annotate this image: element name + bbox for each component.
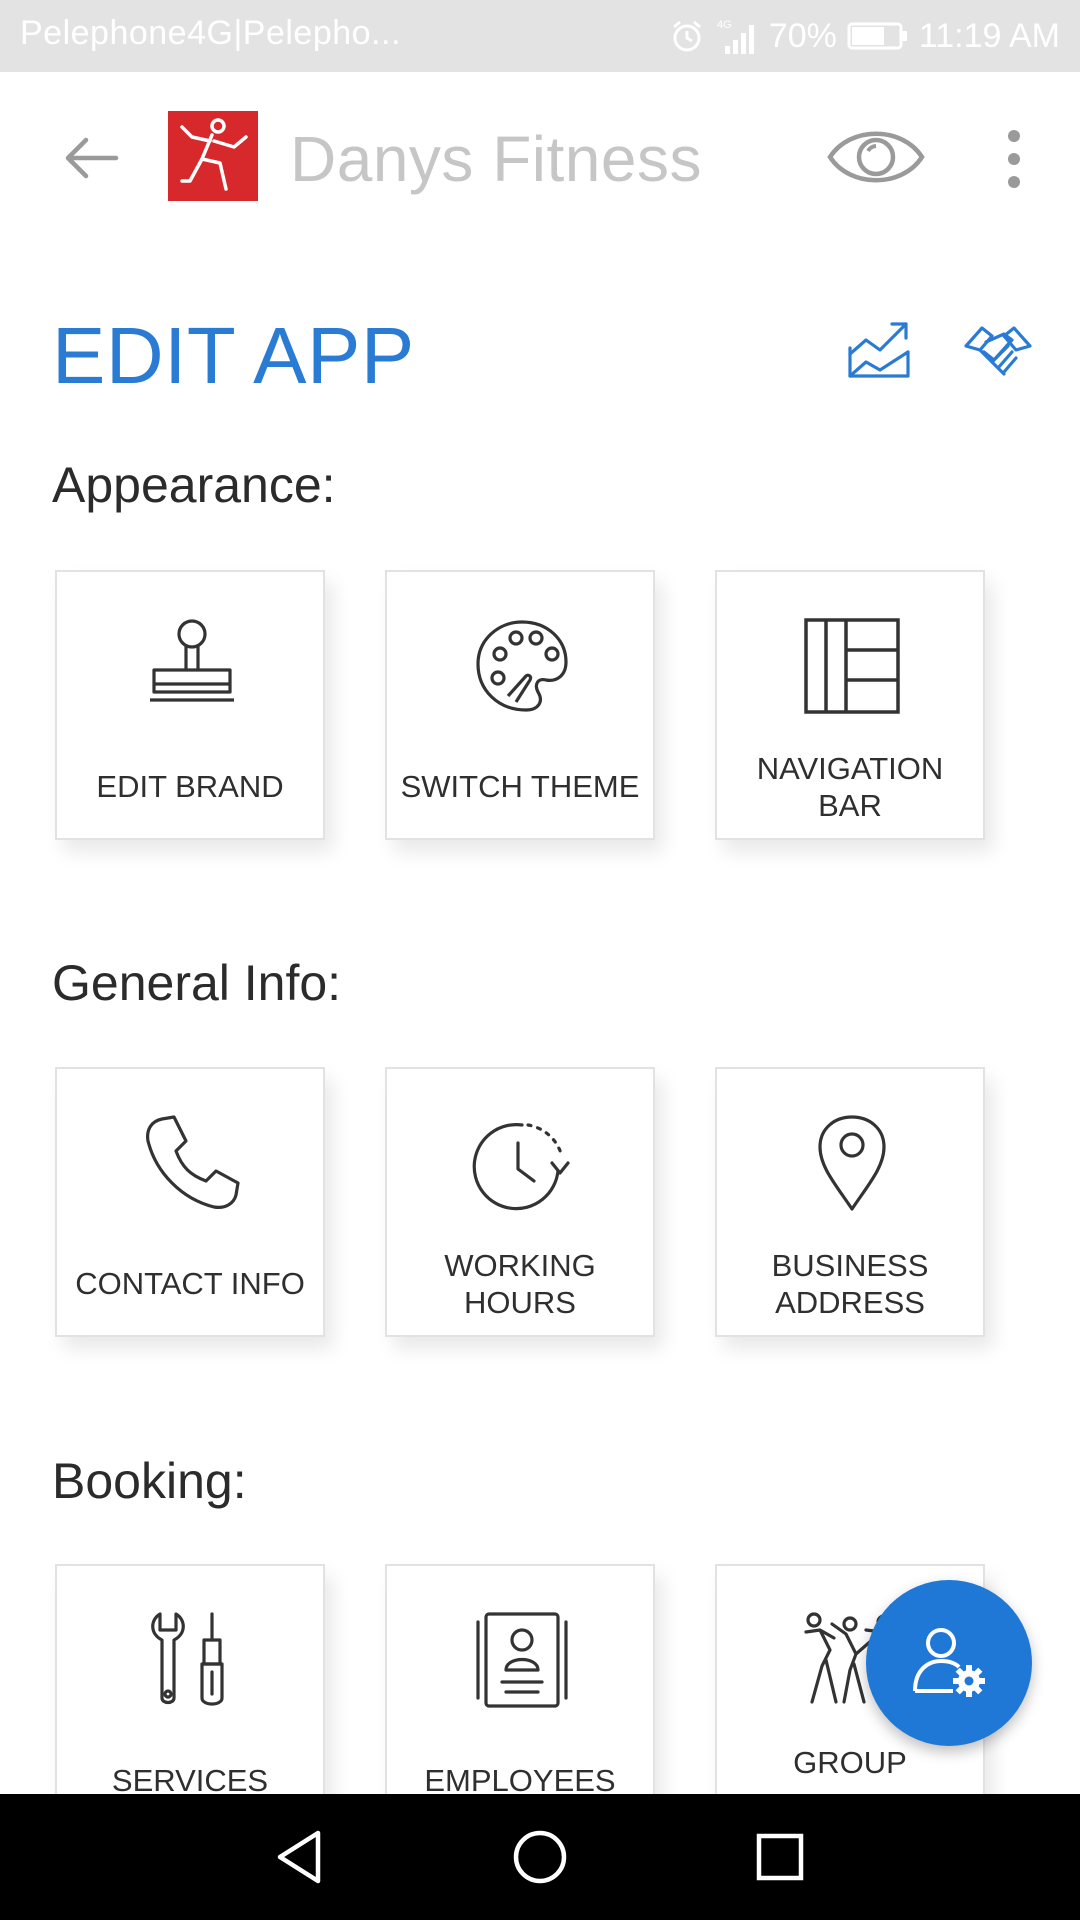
stamp-icon — [150, 619, 234, 702]
stats-chart-icon[interactable] — [846, 318, 914, 380]
map-pin-icon — [818, 1115, 886, 1211]
app-name: Danys Fitness — [290, 123, 702, 195]
tile-label: GROUP — [793, 1745, 907, 1780]
handshake-icon[interactable] — [964, 320, 1032, 378]
carrier-name: Pelephone4G|Pelepho... — [20, 14, 401, 52]
network-type: 4G — [717, 19, 732, 31]
battery-icon — [847, 22, 907, 50]
tools-icon — [151, 1612, 224, 1706]
page-title: EDIT APP — [52, 311, 415, 400]
tile-navigation-bar[interactable]: NAVIGATION BAR — [715, 570, 985, 840]
more-vertical-icon[interactable] — [990, 128, 1038, 190]
palette-icon — [476, 620, 568, 712]
user-settings-icon — [913, 1628, 985, 1697]
tile-switch-theme[interactable]: SWITCH THEME — [385, 570, 655, 840]
system-nav-bar — [0, 1794, 1080, 1920]
tile-label: SWITCH THEME — [400, 769, 640, 804]
fitness-figure-logo — [180, 118, 248, 191]
tile-edit-brand[interactable]: EDIT BRAND — [55, 570, 325, 840]
id-card-icon — [476, 1612, 568, 1708]
tile-working-hours[interactable]: WORKING HOURS — [385, 1067, 655, 1337]
app-bar: Danys Fitness — [0, 72, 1080, 242]
recents-square-icon[interactable] — [750, 1827, 810, 1887]
phone-icon — [146, 1115, 240, 1209]
section-title-general-info: General Info: — [52, 955, 342, 1011]
section-title-appearance: Appearance: — [52, 457, 336, 513]
layout-grid-icon — [804, 618, 900, 714]
tile-business-address[interactable]: BUSINESS ADDRESS — [715, 1067, 985, 1337]
tile-label: EDIT BRAND — [96, 769, 284, 804]
home-circle-icon[interactable] — [510, 1827, 570, 1887]
alarm-icon — [672, 20, 701, 52]
back-triangle-icon[interactable] — [270, 1827, 330, 1887]
tile-label: NAVIGATION BAR — [756, 751, 944, 823]
status-bar: Pelephone4G|Pelepho... 4G 70% 11:19 AM — [0, 0, 1080, 72]
clock-icon — [472, 1123, 570, 1211]
app-logo[interactable] — [168, 111, 258, 201]
signal-icon: 4G — [717, 19, 754, 54]
tile-label: CONTACT INFO — [75, 1266, 305, 1301]
arrow-left-icon[interactable] — [56, 122, 128, 194]
tile-contact-info[interactable]: CONTACT INFO — [55, 1067, 325, 1337]
tile-label: WORKING HOURS — [444, 1248, 596, 1320]
clock-time: 11:19 AM — [918, 16, 1060, 55]
user-settings-button[interactable] — [866, 1580, 1032, 1746]
status-icons: 4G 70% 11:19 AM — [669, 10, 1060, 62]
tile-label: BUSINESS ADDRESS — [771, 1248, 929, 1320]
section-title-booking: Booking: — [52, 1453, 247, 1509]
battery-percent: 70% — [768, 16, 837, 55]
eye-icon[interactable] — [826, 118, 926, 196]
